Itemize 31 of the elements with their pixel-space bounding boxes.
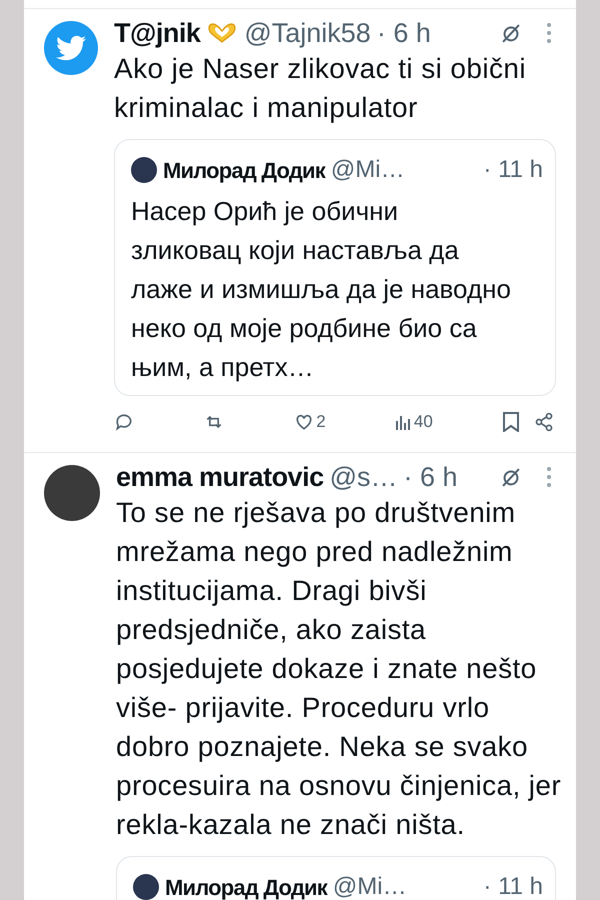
like-count: 2 xyxy=(316,411,326,434)
author-name: T@jnik xyxy=(114,16,200,50)
avatar[interactable] xyxy=(44,21,98,75)
share-icon[interactable] xyxy=(534,412,554,432)
author-handle: @Tajnik58 xyxy=(244,16,371,50)
avatar-photo-placeholder xyxy=(131,157,157,183)
tweet[interactable] xyxy=(24,452,576,900)
view-count: 40 xyxy=(414,411,433,434)
author-name: emma muratovic xyxy=(116,460,324,494)
slashed-circle-icon[interactable] xyxy=(500,466,522,488)
bookmark-icon[interactable] xyxy=(502,412,520,432)
author-handle: @s… xyxy=(330,460,398,494)
author-name: Милорад Додик xyxy=(165,874,327,900)
author-name: Милорад Додик xyxy=(163,156,325,185)
quoted-tweet-card[interactable]: Милорад Додик @Mi… · 11 h Насер Орић је обични зликовац који наставља да лаже и измишља да је наводно неко од моје родбине био са њим, а претх… xyxy=(114,139,556,396)
heart-icon[interactable] xyxy=(294,412,314,432)
slashed-circle-icon[interactable] xyxy=(500,22,522,44)
timestamp: · 11 h xyxy=(483,155,543,185)
tweet-text: Ako je Naser zlikovac ti si obični kriminalac i manipulator xyxy=(114,52,527,125)
quoted-tweet-text: Насер Орић је обични зликовац који наставља да лаже и измишља да је наводно неко од моје родбине био са њим, а претх… xyxy=(131,195,512,384)
views-icon[interactable] xyxy=(394,413,411,431)
author-handle: @Mi… xyxy=(330,155,405,185)
tweet-text: To se ne rješava po društvenim mrežama nego pred nadležnim institucijama. Dragi bivši predsjedniče, ako zaista posjedujete dokaze i znate nešto više- prijavite. Proceduru vrlo dobro poznajete. Neka se svako procesuira na osnovu činjenica, jer rekla-kazala ne znači ništa. xyxy=(116,496,562,842)
quoted-tweet-card[interactable]: Милорад Додик @Mi… · 11 h xyxy=(116,856,556,900)
bird-icon xyxy=(56,33,86,63)
timestamp: · 6 h xyxy=(376,16,431,50)
author-handle: @Mi… xyxy=(332,872,407,900)
reply-icon[interactable] xyxy=(114,412,134,432)
timestamp: · 6 h xyxy=(404,460,458,494)
timestamp: · 11 h xyxy=(483,872,543,900)
avatar-photo-placeholder xyxy=(133,874,159,900)
